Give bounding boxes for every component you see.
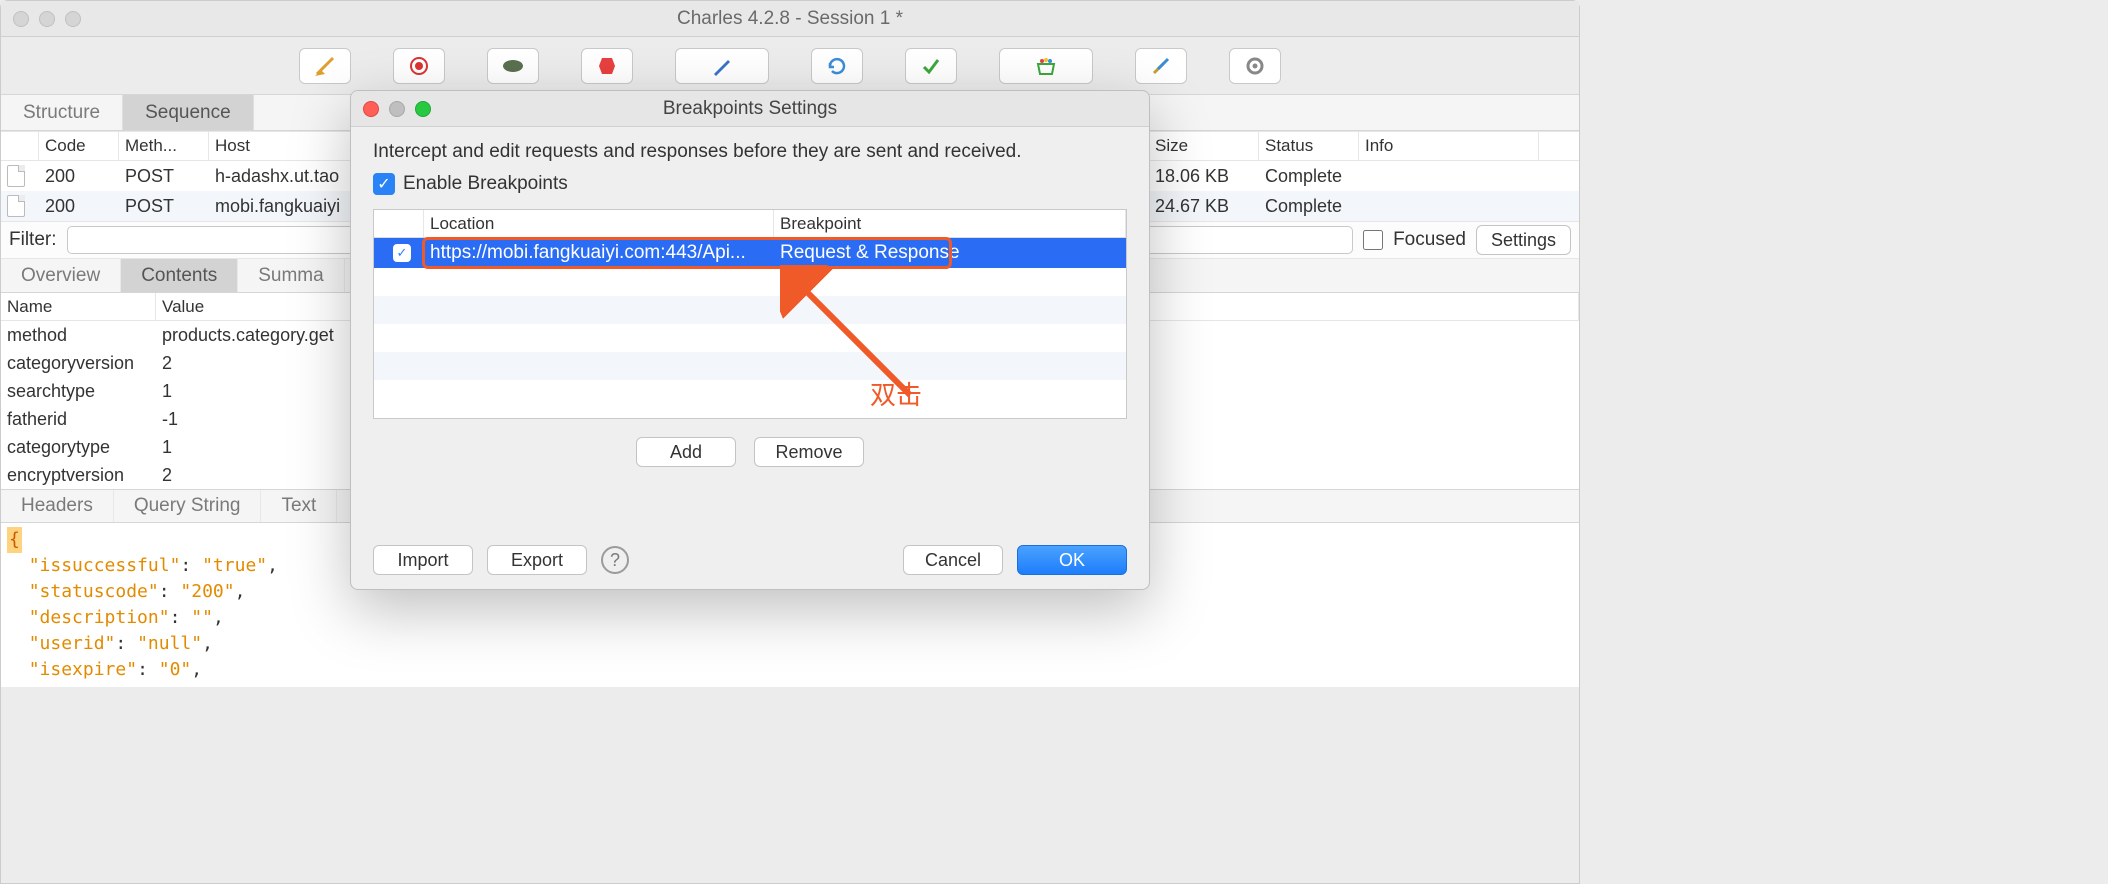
pen-icon: [710, 54, 734, 78]
dialog-close-button[interactable]: [363, 101, 379, 117]
validate-button[interactable]: [905, 48, 957, 84]
col-status[interactable]: Status: [1259, 132, 1359, 160]
close-window-button[interactable]: [13, 11, 29, 27]
settings-button[interactable]: [1229, 48, 1281, 84]
kv-name-header[interactable]: Name: [1, 293, 156, 320]
stop-hexagon-icon: [597, 56, 617, 76]
tab-text[interactable]: Text: [261, 490, 337, 522]
bp-empty-row: [374, 324, 1126, 352]
gear-icon: [1244, 55, 1266, 77]
broom-icon: [313, 54, 337, 78]
enable-breakpoints-label: Enable Breakpoints: [403, 173, 568, 195]
tab-structure[interactable]: Structure: [1, 95, 123, 130]
tools-button[interactable]: [1135, 48, 1187, 84]
tab-summary[interactable]: Summa: [238, 259, 344, 292]
dialog-minimize-button[interactable]: [389, 101, 405, 117]
bp-empty-row: [374, 268, 1126, 296]
bp-col-breakpoint[interactable]: Breakpoint: [774, 210, 1126, 237]
breakpoints-toggle-button[interactable]: [581, 48, 633, 84]
bp-col-location[interactable]: Location: [424, 210, 774, 237]
focused-label: Focused: [1393, 229, 1466, 251]
dialog-zoom-button[interactable]: [415, 101, 431, 117]
ok-button[interactable]: OK: [1017, 545, 1127, 575]
breakpoints-settings-dialog: Breakpoints Settings Intercept and edit …: [350, 90, 1150, 590]
bp-add-remove-buttons: Add Remove: [373, 437, 1127, 467]
bp-table-header: Location Breakpoint: [374, 210, 1126, 238]
cancel-button[interactable]: Cancel: [903, 545, 1003, 575]
import-button[interactable]: Import: [373, 545, 473, 575]
dialog-title: Breakpoints Settings: [351, 91, 1149, 127]
broom-button[interactable]: [299, 48, 351, 84]
basket-icon: [1034, 56, 1058, 76]
main-titlebar: Charles 4.2.8 - Session 1 *: [1, 1, 1579, 37]
bp-col-enabled[interactable]: [374, 210, 424, 237]
annotation-box: [422, 237, 952, 269]
filter-settings-button[interactable]: Settings: [1476, 225, 1571, 255]
file-icon: [7, 195, 25, 217]
basket-button[interactable]: [999, 48, 1093, 84]
tab-headers[interactable]: Headers: [1, 490, 114, 522]
enable-breakpoints-checkbox[interactable]: ✓: [373, 173, 395, 195]
turtle-icon: [501, 58, 525, 74]
col-icon: [1, 132, 39, 160]
col-size[interactable]: Size: [1149, 132, 1259, 160]
main-toolbar: [1, 37, 1579, 95]
dialog-traffic-lights: [363, 101, 431, 117]
col-info[interactable]: Info: [1359, 132, 1539, 160]
dialog-footer: Import Export ? Cancel OK: [373, 545, 1127, 575]
annotation-label: 双击: [870, 375, 922, 412]
window-title: Charles 4.2.8 - Session 1 *: [1, 1, 1579, 37]
dialog-description: Intercept and edit requests and response…: [373, 141, 1127, 163]
col-code[interactable]: Code: [39, 132, 119, 160]
record-button[interactable]: [393, 48, 445, 84]
tab-overview[interactable]: Overview: [1, 259, 121, 292]
record-icon: [409, 56, 429, 76]
refresh-icon: [826, 55, 848, 77]
tab-sequence[interactable]: Sequence: [123, 95, 254, 130]
help-button[interactable]: ?: [601, 546, 629, 574]
checkmark-icon: [920, 55, 942, 77]
bp-empty-row: [374, 352, 1126, 380]
focused-checkbox[interactable]: [1363, 230, 1383, 250]
file-icon: [7, 165, 25, 187]
col-method[interactable]: Meth...: [119, 132, 209, 160]
tab-query-string[interactable]: Query String: [114, 490, 262, 522]
bp-empty-row: [374, 380, 1126, 408]
main-traffic-lights: [13, 11, 81, 27]
minimize-window-button[interactable]: [39, 11, 55, 27]
remove-button[interactable]: Remove: [754, 437, 864, 467]
bp-empty-row: [374, 296, 1126, 324]
compose-button[interactable]: [675, 48, 769, 84]
add-button[interactable]: Add: [636, 437, 736, 467]
bp-row-enabled-checkbox[interactable]: ✓: [393, 244, 411, 262]
repeat-button[interactable]: [811, 48, 863, 84]
zoom-window-button[interactable]: [65, 11, 81, 27]
export-button[interactable]: Export: [487, 545, 587, 575]
throttle-button[interactable]: [487, 48, 539, 84]
tab-contents[interactable]: Contents: [121, 259, 238, 292]
enable-breakpoints-row: ✓ Enable Breakpoints: [373, 173, 1127, 195]
filter-label: Filter:: [9, 229, 57, 251]
dialog-titlebar: Breakpoints Settings: [351, 91, 1149, 127]
breakpoints-table: Location Breakpoint ✓ https://mobi.fangk…: [373, 209, 1127, 419]
tools-icon: [1150, 55, 1172, 77]
dialog-body: Intercept and edit requests and response…: [351, 127, 1149, 481]
